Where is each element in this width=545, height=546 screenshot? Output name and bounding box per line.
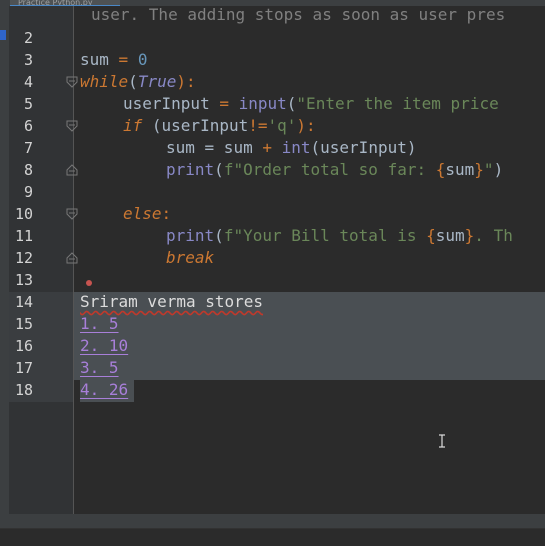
line-number: 8 xyxy=(23,161,33,179)
code-line-15[interactable]: 1. 5 xyxy=(80,313,119,335)
code-line-12[interactable]: break xyxy=(166,247,214,269)
code-line-16[interactable]: 2. 10 xyxy=(80,335,128,357)
line-number: 13 xyxy=(14,271,33,289)
breakpoint-icon[interactable] xyxy=(86,280,92,286)
fold-open-icon[interactable] xyxy=(66,76,78,88)
token-var: sum xyxy=(435,226,465,245)
fold-open-icon[interactable] xyxy=(66,120,78,132)
line-number: 14 xyxy=(14,293,33,311)
token-paren: ( xyxy=(214,226,224,245)
fold-close-icon[interactable] xyxy=(66,252,78,264)
token-builtin: int xyxy=(271,138,311,157)
token-builtin: input xyxy=(238,94,287,113)
list-item: 1. 5 xyxy=(80,314,119,333)
line-number: 3 xyxy=(23,51,33,69)
code-line-11[interactable]: print(f"Your Bill total is {sum}. Th xyxy=(166,225,513,247)
token-keyword: break xyxy=(166,248,215,267)
code-line-1[interactable]: user. The adding stops as soon as user p… xyxy=(91,4,505,26)
line-number: 11 xyxy=(14,227,33,245)
token-string: 'q' xyxy=(267,116,297,135)
list-item: 2. 10 xyxy=(80,336,129,355)
line-number: 16 xyxy=(14,337,33,355)
token-paren: ( xyxy=(286,94,297,113)
token-var: = sum xyxy=(194,138,263,157)
token-paren: ( xyxy=(214,160,224,179)
token-paren: ): xyxy=(296,116,316,135)
code-line-18[interactable]: 4. 26 xyxy=(80,379,128,401)
token-paren: ( xyxy=(128,72,138,91)
token-number: 0 xyxy=(137,50,148,69)
line-number: 15 xyxy=(14,315,33,333)
code-line-5[interactable]: userInput = input("Enter the item price xyxy=(123,93,499,115)
horizontal-scrollbar[interactable] xyxy=(9,514,545,528)
token-var: sum xyxy=(80,50,109,69)
token-op: = xyxy=(209,94,239,113)
text-cursor-icon xyxy=(439,434,445,448)
line-number: 2 xyxy=(23,29,33,47)
line-number: 7 xyxy=(23,139,33,157)
token-brace: } xyxy=(474,160,484,179)
token-op: + xyxy=(262,138,272,157)
token-colon: : xyxy=(161,204,172,223)
code-line-4[interactable]: while(True): xyxy=(80,71,196,93)
token-keyword: else xyxy=(123,204,162,223)
tool-window-marker[interactable] xyxy=(0,30,6,40)
code-line-8[interactable]: print(f"Order total so far: {sum}") xyxy=(166,159,503,181)
token-brace: { xyxy=(426,226,436,245)
token-builtin: print xyxy=(166,160,215,179)
token-string: "Enter the item price xyxy=(296,94,499,113)
token-string: . Th xyxy=(474,226,513,245)
token-brace: } xyxy=(464,226,475,245)
tool-window-strip xyxy=(0,6,9,546)
token-string: " xyxy=(483,160,494,179)
token-var: userInput xyxy=(123,94,210,113)
token-var: sum xyxy=(445,160,475,179)
token-string: f"Your Bill total is xyxy=(223,226,427,245)
status-bar xyxy=(0,528,545,546)
list-item: 4. 26 xyxy=(80,380,129,399)
fold-open-icon[interactable] xyxy=(66,208,78,220)
code-line-6[interactable]: if (userInput!='q'): xyxy=(123,115,316,137)
token-var: sum xyxy=(166,138,195,157)
line-number: 10 xyxy=(14,205,33,223)
token-paren: (userInput) xyxy=(310,138,417,157)
token-builtin: True xyxy=(137,72,177,91)
token-keyword: if xyxy=(123,116,143,135)
code-line-17[interactable]: 3. 5 xyxy=(80,357,119,379)
token-var: (userInput xyxy=(142,116,249,135)
token-brace: { xyxy=(435,160,446,179)
token-string: f"Order total so far: xyxy=(223,160,436,179)
code-line-3[interactable]: sum = 0 xyxy=(80,49,147,71)
line-number: 9 xyxy=(23,183,33,201)
code-line-10[interactable]: else: xyxy=(123,203,171,225)
line-number: 17 xyxy=(14,359,33,377)
fold-close-icon[interactable] xyxy=(66,164,78,176)
code-line-14[interactable]: Sriram verma stores xyxy=(80,291,263,313)
line-number: 12 xyxy=(14,249,33,267)
token-keyword: while xyxy=(80,72,129,91)
token-paren: ): xyxy=(176,72,196,91)
list-item: 3. 5 xyxy=(80,358,119,377)
token-paren: ) xyxy=(493,160,504,179)
code-editor[interactable]: Practice Python.py user. The adding stop… xyxy=(0,0,545,546)
token-builtin: print xyxy=(166,226,215,245)
code-line-7[interactable]: sum = sum + int(userInput) xyxy=(166,137,416,159)
selected-text: Sriram verma stores xyxy=(80,292,264,311)
line-number: 6 xyxy=(23,117,33,135)
token-op: != xyxy=(248,116,268,135)
line-number: 5 xyxy=(23,95,33,113)
token-op: = xyxy=(108,50,138,69)
line-number: 4 xyxy=(23,73,33,91)
line-number: 18 xyxy=(14,381,33,399)
